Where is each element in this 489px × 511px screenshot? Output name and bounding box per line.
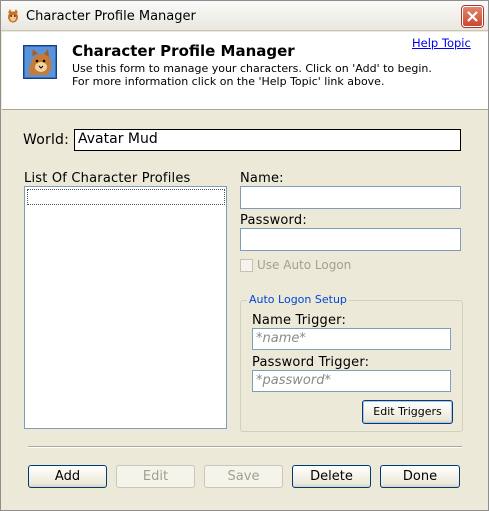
profiles-list-label: List Of Character Profiles (24, 171, 191, 186)
header-title: Character Profile Manager (72, 42, 295, 60)
edit-triggers-button[interactable]: Edit Triggers (362, 400, 453, 424)
save-button[interactable]: Save (204, 465, 283, 488)
delete-button[interactable]: Delete (292, 465, 371, 488)
character-profiles-list[interactable] (24, 186, 227, 429)
use-auto-logon-label: Use Auto Logon (257, 258, 352, 272)
header-description: Use this form to manage your characters.… (72, 62, 432, 88)
done-button[interactable]: Done (380, 465, 460, 488)
password-trigger-input[interactable]: *password* (252, 370, 451, 392)
password-label: Password: (240, 213, 307, 228)
title-bar[interactable]: Character Profile Manager (1, 1, 488, 31)
edit-button[interactable]: Edit (116, 465, 195, 488)
help-topic-link[interactable]: Help Topic (412, 36, 471, 50)
password-trigger-label: Password Trigger: (252, 355, 370, 370)
name-label: Name: (240, 171, 284, 186)
name-trigger-input[interactable]: *name* (252, 328, 451, 350)
close-button[interactable] (462, 6, 483, 27)
password-input[interactable] (240, 228, 461, 251)
world-label: World: (23, 132, 70, 148)
use-auto-logon-checkbox[interactable] (240, 259, 253, 272)
world-field[interactable]: Avatar Mud (74, 129, 461, 151)
header-panel: Character Profile Manager Use this form … (2, 32, 488, 110)
close-icon (467, 11, 478, 22)
name-trigger-label: Name Trigger: (252, 313, 347, 328)
name-input[interactable] (240, 186, 461, 209)
cougar-logo-icon (23, 45, 57, 79)
bottom-separator (28, 446, 462, 448)
window-title: Character Profile Manager (26, 9, 196, 24)
character-profile-manager-window: Character Profile Manager Character Prof… (0, 0, 489, 511)
list-focus-rect (27, 189, 225, 205)
app-icon (8, 9, 18, 23)
add-button[interactable]: Add (28, 465, 107, 488)
auto-logon-setup-legend: Auto Logon Setup (247, 293, 349, 306)
